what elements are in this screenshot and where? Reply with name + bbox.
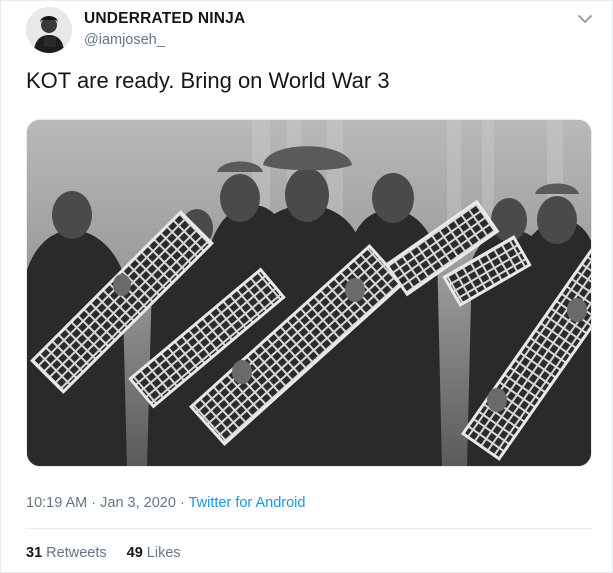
meta-separator: · [179,495,185,511]
tweet-photo[interactable] [26,119,592,467]
tweet-stats: 31 Retweets 49 Likes [26,545,181,561]
retweets-stat[interactable]: 31 Retweets [26,545,107,561]
divider [26,528,592,529]
tweet-meta: 10:19 AM · Jan 3, 2020 · Twitter for And… [26,495,305,511]
tweet-card: UNDERRATED NINJA @iamjoseh_ KOT are read… [0,0,613,573]
user-handle[interactable]: @iamjoseh_ [84,32,165,48]
retweets-label: Retweets [46,545,107,561]
retweets-count: 31 [26,545,43,561]
chevron-down-icon[interactable] [575,11,595,27]
likes-label: Likes [146,545,181,561]
likes-count: 49 [126,545,143,561]
likes-stat[interactable]: 49 Likes [127,545,181,561]
timestamp[interactable]: 10:19 AM · Jan 3, 2020 [26,495,176,511]
avatar[interactable] [26,7,72,53]
display-name[interactable]: UNDERRATED NINJA [84,10,245,28]
tweet-source-link[interactable]: Twitter for Android [189,495,306,511]
tweet-text: KOT are ready. Bring on World War 3 [26,68,390,93]
